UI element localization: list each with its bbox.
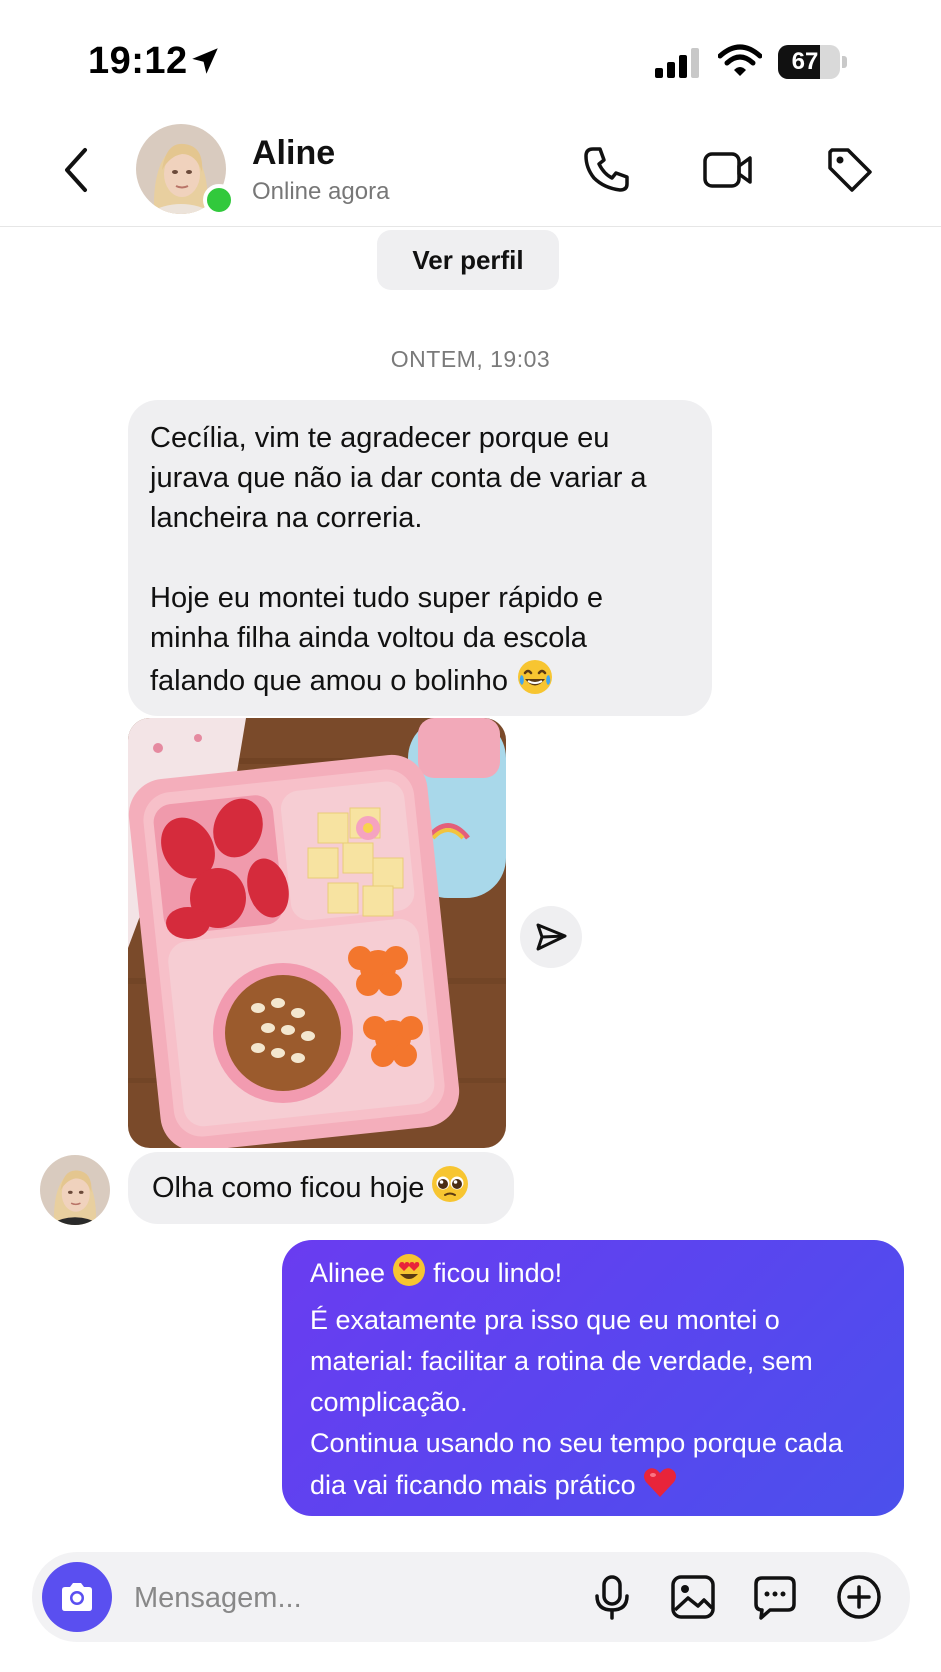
- heart-eyes-emoji-icon: [393, 1254, 426, 1286]
- pleading-face-emoji: [430, 1159, 470, 1231]
- view-profile-button[interactable]: Ver perfil: [377, 230, 559, 290]
- incoming-message-bubble[interactable]: Olha como ficou hoje: [128, 1152, 514, 1224]
- red-heart-emoji: [642, 1464, 678, 1512]
- message-composer: [32, 1552, 910, 1644]
- sender-avatar[interactable]: [40, 1155, 110, 1225]
- online-status-dot: [203, 184, 235, 216]
- message-line: É exatamente pra isso que eu montei o: [310, 1305, 780, 1335]
- incoming-message-bubble[interactable]: Cecília, vim te agradecer porque eu jura…: [128, 400, 712, 716]
- red-heart-emoji-icon: [643, 1468, 676, 1497]
- sender-avatar-photo: [40, 1155, 110, 1225]
- message-line: material: facilitar a rotina de verdade,…: [310, 1346, 813, 1376]
- location-arrow-icon: [192, 48, 218, 74]
- message-line: Continua usando no seu tempo porque cada: [310, 1428, 843, 1458]
- date-divider: ONTEM, 19:03: [390, 346, 551, 372]
- message-text: dia vai ficando mais prático: [310, 1470, 636, 1500]
- message-paragraph-with-emoji: Hoje eu montei tudo super rápido e minha…: [150, 578, 690, 707]
- message-line: dia vai ficando mais prático: [310, 1464, 884, 1512]
- message-paragraph: Cecília, vim te agradecer porque eu jura…: [150, 422, 647, 534]
- gallery-icon[interactable]: [668, 1572, 718, 1622]
- pleading-face-emoji-icon: [432, 1166, 469, 1202]
- laughing-emoji: [516, 658, 554, 707]
- battery-indicator: 67: [778, 45, 848, 79]
- laughing-emoji-icon: [517, 660, 552, 694]
- cellular-signal-icon: [655, 48, 699, 78]
- video-camera-icon[interactable]: [700, 142, 756, 198]
- message-text: Alinee: [310, 1258, 386, 1288]
- status-bar: 19:12 67: [0, 0, 941, 110]
- message-input[interactable]: [132, 1552, 556, 1644]
- sticker-icon[interactable]: [750, 1572, 800, 1622]
- message-text: Olha como ficou hoje: [152, 1172, 425, 1204]
- wifi-icon: [718, 44, 762, 76]
- camera-icon: [62, 1583, 92, 1611]
- phone-icon[interactable]: [578, 142, 634, 198]
- contact-status: Online agora: [252, 178, 390, 205]
- contact-name[interactable]: Aline: [252, 134, 335, 173]
- battery-percent: 67: [791, 48, 819, 75]
- heart-eyes-emoji: [391, 1252, 427, 1300]
- plus-circle-icon[interactable]: [834, 1572, 884, 1622]
- message-text: ficou lindo!: [433, 1258, 563, 1288]
- back-chevron-icon[interactable]: [55, 142, 99, 198]
- tag-icon[interactable]: [822, 142, 878, 198]
- message-line: Alinee ficou lindo!: [310, 1252, 884, 1300]
- lunchbox-image: [128, 718, 506, 1148]
- camera-button[interactable]: [42, 1562, 112, 1632]
- battery-body: 67: [778, 45, 840, 79]
- chat-header: Aline Online agora: [0, 112, 941, 227]
- microphone-icon[interactable]: [587, 1572, 637, 1622]
- outgoing-message-bubble[interactable]: Alinee ficou lindo! É exatamente pra iss…: [282, 1240, 904, 1516]
- battery-cap: [842, 56, 847, 68]
- share-button[interactable]: [520, 906, 582, 968]
- shared-lunchbox-photo[interactable]: [128, 718, 506, 1148]
- send-icon: [536, 923, 567, 951]
- status-time: 19:12: [88, 40, 188, 82]
- message-line: complicação.: [310, 1387, 468, 1417]
